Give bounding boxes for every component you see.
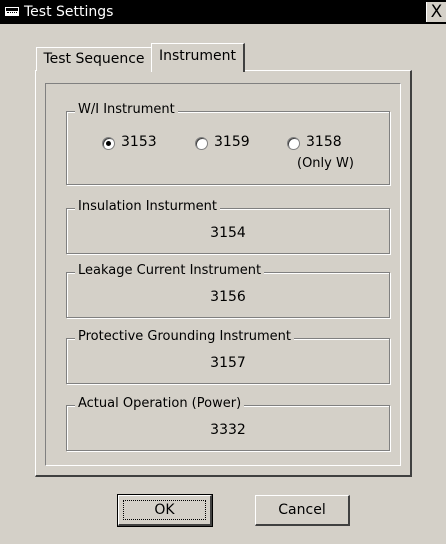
actual-operation-value: 3332 <box>210 422 246 438</box>
tab-test-sequence[interactable]: Test Sequence <box>36 47 153 71</box>
window-icon <box>4 6 20 17</box>
window-title: Test Settings <box>24 4 114 20</box>
radio-3158[interactable] <box>287 137 300 150</box>
actual-operation-group: Actual Operation (Power) 3332 <box>66 395 390 451</box>
radio-3159-label[interactable]: 3159 <box>214 134 250 150</box>
radio-3158-label[interactable]: 3158 <box>306 134 342 150</box>
ok-button[interactable]: OK <box>117 494 213 527</box>
insulation-value: 3154 <box>210 225 246 241</box>
radio-3153[interactable] <box>102 137 115 150</box>
grounding-group: Protective Grounding Instrument 3157 <box>66 328 390 384</box>
radio-selected-dot <box>106 141 111 146</box>
wi-instrument-legend: W/I Instrument <box>75 101 178 119</box>
actual-operation-legend: Actual Operation (Power) <box>75 395 245 413</box>
radio-3159[interactable] <box>195 137 208 150</box>
radio-3153-label[interactable]: 3153 <box>121 134 157 150</box>
title-bar[interactable]: Test Settings X <box>0 0 446 24</box>
test-settings-dialog: Test Settings X Test Sequence Instrument… <box>0 0 446 544</box>
cancel-button[interactable]: Cancel <box>255 495 350 526</box>
grounding-value: 3157 <box>210 355 246 371</box>
close-icon[interactable]: X <box>426 2 446 22</box>
leakage-legend: Leakage Current Instrument <box>75 262 265 280</box>
radio-3158-note: (Only W) <box>297 156 354 171</box>
grounding-legend: Protective Grounding Instrument <box>75 328 294 346</box>
cancel-label: Cancel <box>278 502 326 518</box>
focus-rect <box>123 500 206 520</box>
insulation-group: Insulation Insturment 3154 <box>66 198 390 254</box>
leakage-group: Leakage Current Instrument 3156 <box>66 262 390 318</box>
leakage-value: 3156 <box>210 289 246 305</box>
tab-instrument[interactable]: Instrument <box>151 43 245 72</box>
insulation-legend: Insulation Insturment <box>75 198 220 216</box>
